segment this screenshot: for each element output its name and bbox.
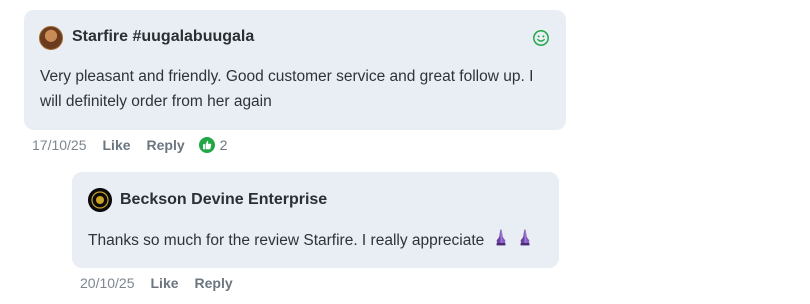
- comment-actions: 17/10/25 Like Reply 2: [32, 137, 227, 153]
- comment-date: 17/10/25: [32, 137, 87, 153]
- smiley-icon[interactable]: [532, 29, 550, 47]
- praying-hands-icon: [493, 228, 509, 254]
- comment-author[interactable]: Starfire #uugalabuugala: [72, 28, 254, 46]
- comment-actions: 20/10/25 Like Reply: [80, 275, 233, 291]
- like-button[interactable]: Like: [151, 275, 179, 291]
- comment-author[interactable]: Beckson Devine Enterprise: [120, 191, 327, 209]
- reply-bubble: Beckson Devine Enterprise Thanks so much…: [72, 172, 559, 268]
- avatar[interactable]: [88, 188, 112, 212]
- comment-text: Thanks so much for the review Starfire. …: [88, 228, 548, 254]
- like-button[interactable]: Like: [103, 137, 131, 153]
- reply-button[interactable]: Reply: [195, 275, 233, 291]
- reply-button[interactable]: Reply: [147, 137, 185, 153]
- praying-hands-icon: [517, 228, 533, 254]
- comment-text: Very pleasant and friendly. Good custome…: [40, 68, 534, 110]
- comment-date: 20/10/25: [80, 275, 135, 291]
- reply-text: Thanks so much for the review Starfire. …: [88, 232, 485, 250]
- thumbs-up-icon: [198, 137, 215, 153]
- comment-bubble: Starfire #uugalabuugala Very pleasant an…: [24, 10, 566, 130]
- like-count[interactable]: 2: [198, 137, 228, 153]
- like-count-value: 2: [219, 137, 228, 153]
- avatar[interactable]: [39, 26, 63, 50]
